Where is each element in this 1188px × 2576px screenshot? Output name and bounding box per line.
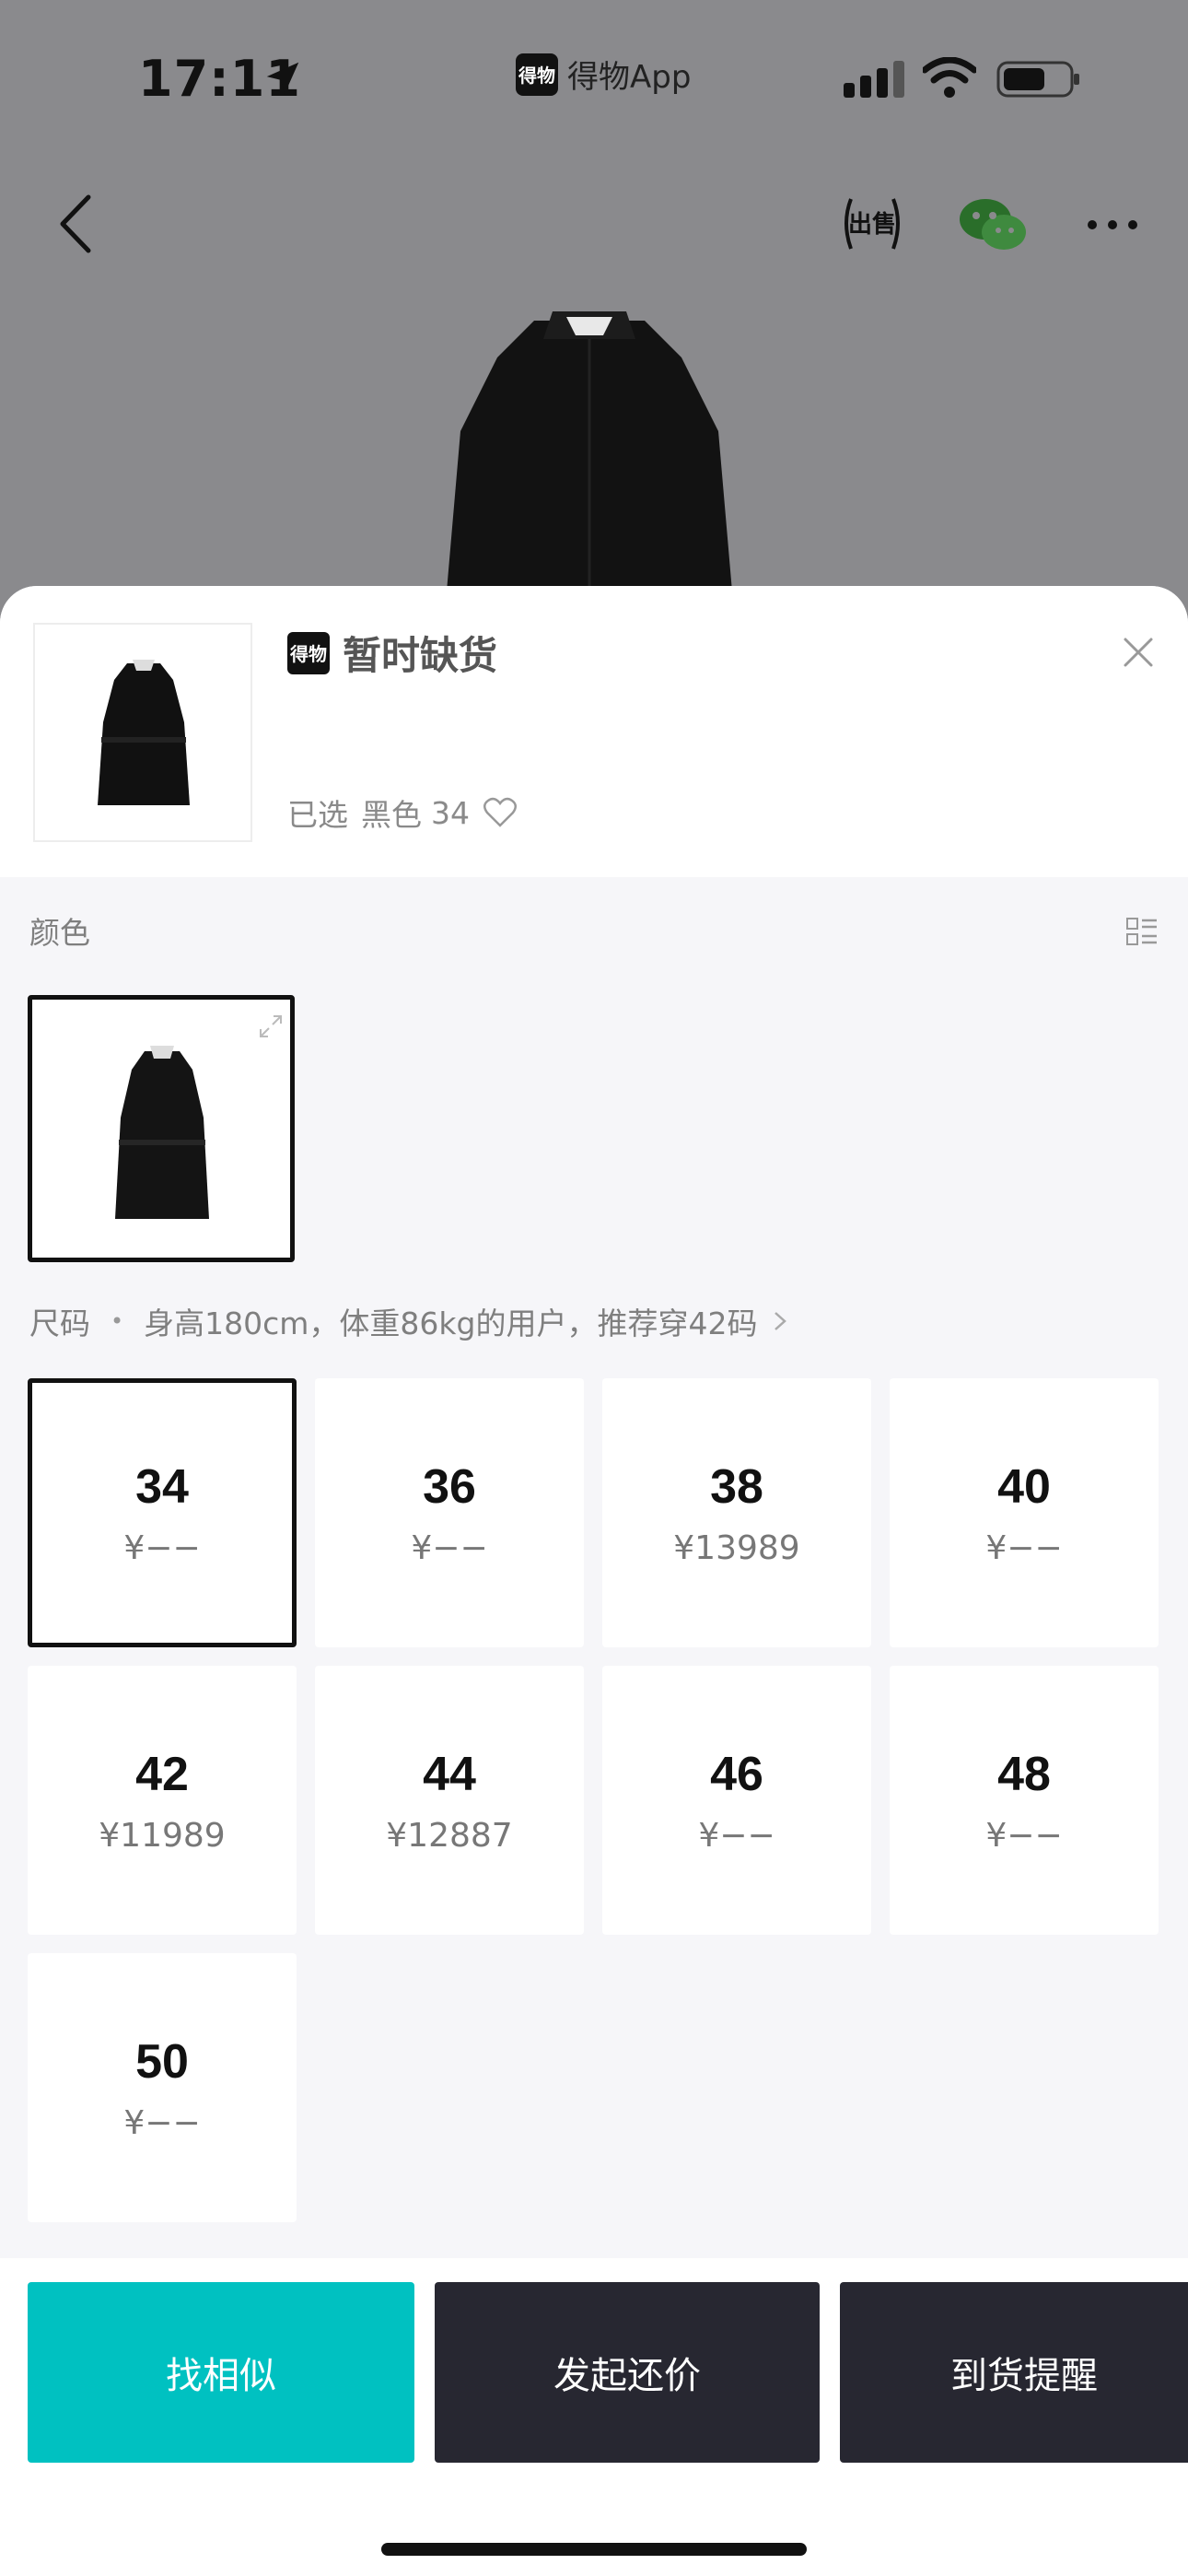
size-number: 46 [710,1747,763,1801]
heart-favorite-icon[interactable] [483,795,518,830]
size-section-label: 尺码 [29,1306,90,1341]
restock-alert-button[interactable]: 到货提醒 [840,2282,1188,2463]
stock-status: 暂时缺货 [343,633,498,678]
sell-icon-label: 出售 [848,210,896,239]
size-recommendation-row[interactable]: 尺码 • 身高180cm，体重86kg的用户，推荐穿42码 [29,1299,790,1343]
cellular-signal-icon [844,61,904,98]
selected-size: 34 [431,794,470,831]
size-price: ¥13989 [673,1528,800,1567]
sheet-header: 得物 暂时缺货 已选 黑色 34 [0,586,1188,877]
size-number: 50 [135,2034,189,2089]
size-option-34[interactable]: 34 ¥−− [28,1378,297,1647]
size-price: ¥−− [123,2103,201,2142]
size-price: ¥−− [985,1816,1063,1855]
size-price: ¥−− [123,1528,201,1567]
color-section-label: 颜色 [29,915,90,951]
more-options-icon[interactable] [1085,217,1140,232]
status-app-name: 得物App [567,59,692,96]
coat-thumbnail-image [98,660,190,805]
size-option-38[interactable]: 38 ¥13989 [602,1378,871,1647]
list-view-icon[interactable] [1125,916,1159,949]
product-page-background: 17:11 得物 得物App 出售 [0,0,1188,645]
size-number: 48 [997,1747,1051,1801]
expand-icon[interactable] [257,1013,285,1040]
separator-dot: • [111,1308,124,1334]
close-icon[interactable] [1120,634,1157,671]
chevron-right-icon [775,1312,787,1330]
size-number: 36 [423,1459,476,1514]
location-arrow-icon [266,62,299,95]
sell-icon[interactable]: 出售 [840,190,904,258]
size-price: ¥−− [985,1528,1063,1567]
back-arrow-icon[interactable] [53,192,99,256]
selected-prefix: 已选 [287,797,348,833]
size-number: 44 [423,1747,476,1801]
color-option-black[interactable] [28,995,295,1262]
size-option-36[interactable]: 36 ¥−− [315,1378,584,1647]
size-number: 40 [997,1459,1051,1514]
find-similar-button[interactable]: 找相似 [28,2282,414,2463]
selected-color: 黑色 [361,797,422,833]
size-recommendation-text: 身高180cm，体重86kg的用户，推荐穿42码 [144,1306,758,1341]
product-thumbnail[interactable] [33,623,252,842]
status-bar: 17:11 得物 得物App [0,0,1188,157]
size-option-50[interactable]: 50 ¥−− [28,1953,297,2222]
bottom-action-bar: 找相似 发起还价 到货提醒 [0,2258,1188,2576]
sku-selector-sheet: 得物 暂时缺货 已选 黑色 34 颜色 尺码 • 身高180cm，体重86kg的… [0,586,1188,2576]
size-option-46[interactable]: 46 ¥−− [602,1666,871,1935]
dewu-logo-icon: 得物 [287,631,330,674]
size-price: ¥11989 [99,1816,226,1855]
size-option-40[interactable]: 40 ¥−− [890,1378,1159,1647]
size-number: 42 [135,1747,189,1801]
wechat-share-icon[interactable] [958,195,1028,254]
size-price: ¥−− [698,1816,775,1855]
size-option-44[interactable]: 44 ¥12887 [315,1666,584,1935]
stock-status-line: 得物 暂时缺货 [287,625,497,681]
battery-icon [996,61,1079,98]
selected-summary: 已选 黑色 34 [287,790,518,835]
size-number: 38 [710,1459,763,1514]
status-app-indicator[interactable]: 得物 得物App [516,52,691,97]
size-number: 34 [135,1459,189,1514]
wifi-icon [923,57,976,98]
make-offer-button[interactable]: 发起还价 [435,2282,820,2463]
size-option-48[interactable]: 48 ¥−− [890,1666,1159,1935]
app-logo-icon: 得物 [516,53,558,96]
size-price: ¥−− [411,1528,488,1567]
size-option-42[interactable]: 42 ¥11989 [28,1666,297,1935]
size-price: ¥12887 [386,1816,513,1855]
coat-color-image [115,1046,209,1219]
home-indicator[interactable] [381,2543,807,2556]
